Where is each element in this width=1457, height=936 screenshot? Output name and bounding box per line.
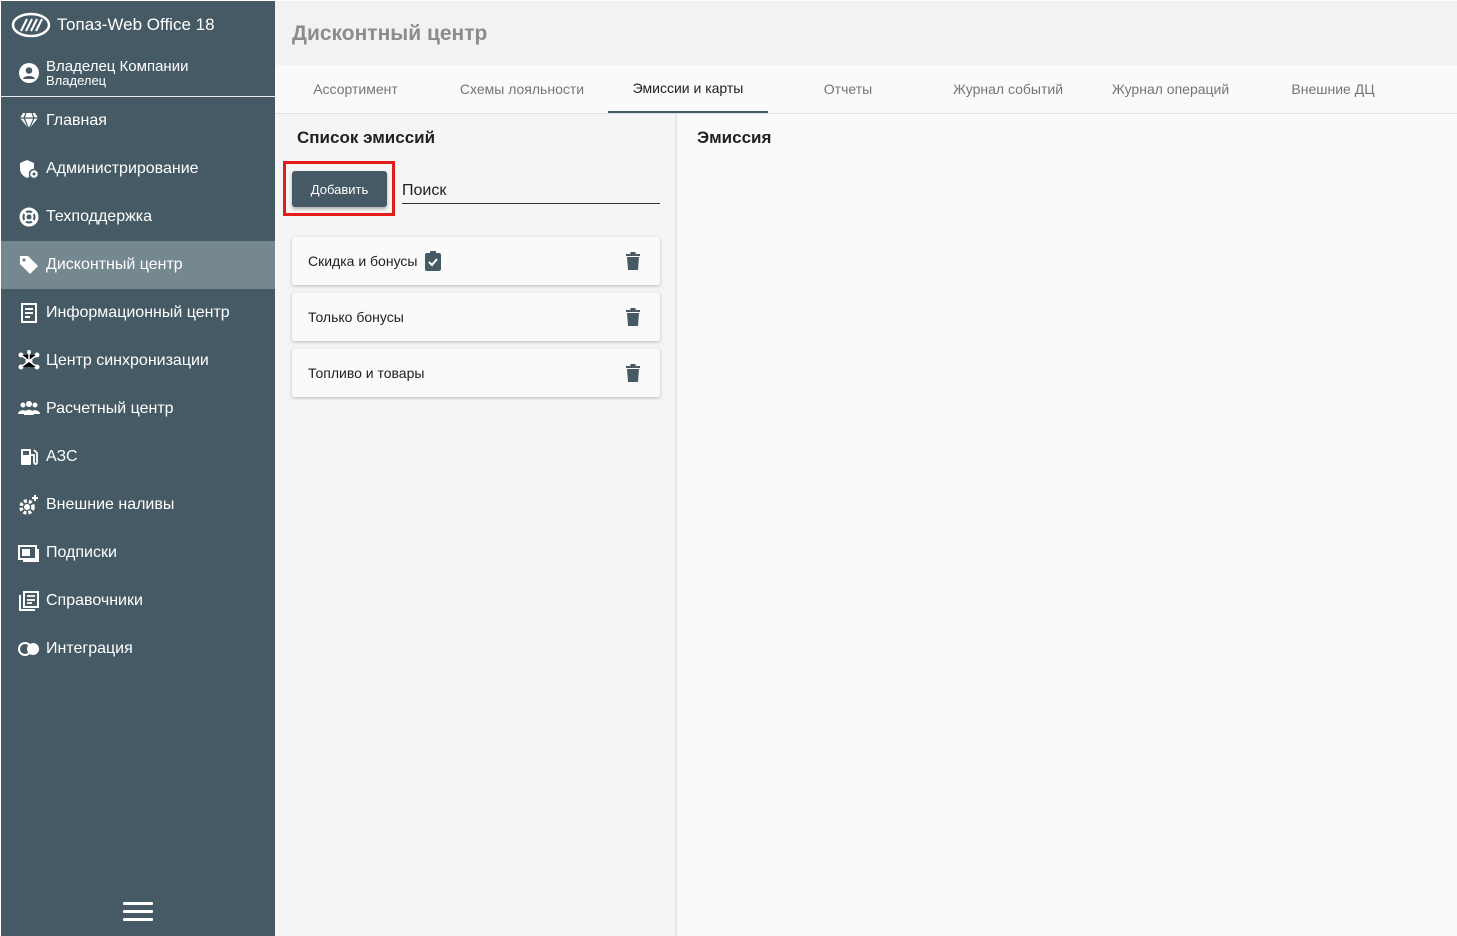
sidebar-item-label: Справочники xyxy=(46,592,143,609)
tab-external-dc[interactable]: Внешние ДЦ xyxy=(1253,65,1413,113)
gas-station-icon xyxy=(18,446,40,468)
users-group-icon xyxy=(18,398,40,420)
user-profile[interactable]: Владелец Компании Владелец xyxy=(1,49,275,97)
sidebar-item-label: Техподдержка xyxy=(46,208,153,225)
sidebar-item-references[interactable]: Справочники xyxy=(1,577,275,625)
list-item[interactable]: Скидка и бонусы xyxy=(292,237,660,285)
sidebar-item-label: Расчетный центр xyxy=(46,400,174,417)
tab-reports[interactable]: Отчеты xyxy=(768,65,928,113)
diamond-icon xyxy=(18,110,40,132)
user-role: Владелец xyxy=(46,72,107,88)
tag-icon xyxy=(18,254,40,276)
emission-name: Топливо и товары xyxy=(308,365,425,381)
sidebar-item-label: Главная xyxy=(46,112,107,129)
trash-icon[interactable] xyxy=(626,364,640,382)
sidebar-item-info-center[interactable]: Информационный центр xyxy=(1,289,275,337)
sidebar-item-sync-center[interactable]: Центр синхронизации xyxy=(1,337,275,385)
menu-toggle-icon[interactable] xyxy=(123,902,153,922)
page-header: Дисконтный центр xyxy=(275,1,1457,65)
admin-shield-icon xyxy=(18,158,40,180)
tab-emissions-cards[interactable]: Эмиссии и карты xyxy=(608,65,768,113)
sidebar-item-administration[interactable]: Администрирование xyxy=(1,145,275,193)
overlap-circles-icon xyxy=(18,638,40,660)
tab-assortment[interactable]: Ассортимент xyxy=(275,65,436,113)
book-list-icon xyxy=(18,590,40,612)
sidebar-item-support[interactable]: Техподдержка xyxy=(1,193,275,241)
lifebuoy-icon xyxy=(18,206,40,228)
gear-plus-icon xyxy=(18,494,40,516)
account-circle-icon xyxy=(19,62,39,83)
sync-hub-icon xyxy=(18,350,40,372)
tab-loyalty-schemes[interactable]: Схемы лояльности xyxy=(436,65,608,113)
sidebar-item-label: Интеграция xyxy=(46,640,133,657)
add-button[interactable]: Добавить xyxy=(292,171,387,207)
sidebar-item-discount-center[interactable]: Дисконтный центр xyxy=(1,241,275,289)
sidebar-item-label: Подписки xyxy=(46,544,117,561)
sidebar-item-label: Дисконтный центр xyxy=(46,256,183,273)
tab-event-log[interactable]: Журнал событий xyxy=(928,65,1088,113)
emission-name: Скидка и бонусы xyxy=(308,253,418,269)
app-brand[interactable]: Топаз-Web Office 18 xyxy=(1,1,275,49)
clipboard-check-icon xyxy=(425,251,442,271)
subscription-icon xyxy=(18,542,40,564)
sidebar-item-gas-station[interactable]: АЗС xyxy=(1,433,275,481)
page-title: Дисконтный центр xyxy=(292,22,488,45)
emission-name: Только бонусы xyxy=(308,309,404,325)
tab-bar: Ассортимент Схемы лояльности Эмиссии и к… xyxy=(275,65,1457,114)
app-title: Топаз-Web Office 18 xyxy=(57,15,215,34)
sidebar-item-label: Администрирование xyxy=(46,160,199,177)
sidebar: Топаз-Web Office 18 Владелец Компании Вл… xyxy=(1,1,275,936)
sidebar-item-label: АЗС xyxy=(46,448,78,465)
list-item[interactable]: Топливо и товары xyxy=(292,349,660,397)
sidebar-item-integration[interactable]: Интеграция xyxy=(1,625,275,673)
emission-detail-title: Эмиссия xyxy=(697,128,772,147)
list-item[interactable]: Только бонусы xyxy=(292,293,660,341)
sidebar-item-settlement-center[interactable]: Расчетный центр xyxy=(1,385,275,433)
add-button-highlight: Добавить xyxy=(283,161,395,216)
sidebar-item-label: Информационный центр xyxy=(46,304,230,321)
trash-icon[interactable] xyxy=(626,252,640,270)
tab-operations-log[interactable]: Журнал операций xyxy=(1088,65,1253,113)
sidebar-item-subscriptions[interactable]: Подписки xyxy=(1,529,275,577)
search-input[interactable] xyxy=(402,178,660,204)
sidebar-item-label: Центр синхронизации xyxy=(46,352,209,369)
document-icon xyxy=(18,302,40,324)
emission-list-title: Список эмиссий xyxy=(297,128,436,147)
trash-icon[interactable] xyxy=(626,308,640,326)
sidebar-item-label: Внешние наливы xyxy=(46,496,175,513)
emission-detail-panel: Эмиссия xyxy=(677,114,1457,936)
sidebar-item-home[interactable]: Главная xyxy=(1,97,275,145)
sidebar-item-external-fills[interactable]: Внешние наливы xyxy=(1,481,275,529)
topaz-logo-icon xyxy=(11,12,51,38)
emission-list-panel: Список эмиссий Добавить Скидка и бонусы … xyxy=(275,114,675,936)
user-name: Владелец Компании xyxy=(46,57,189,75)
